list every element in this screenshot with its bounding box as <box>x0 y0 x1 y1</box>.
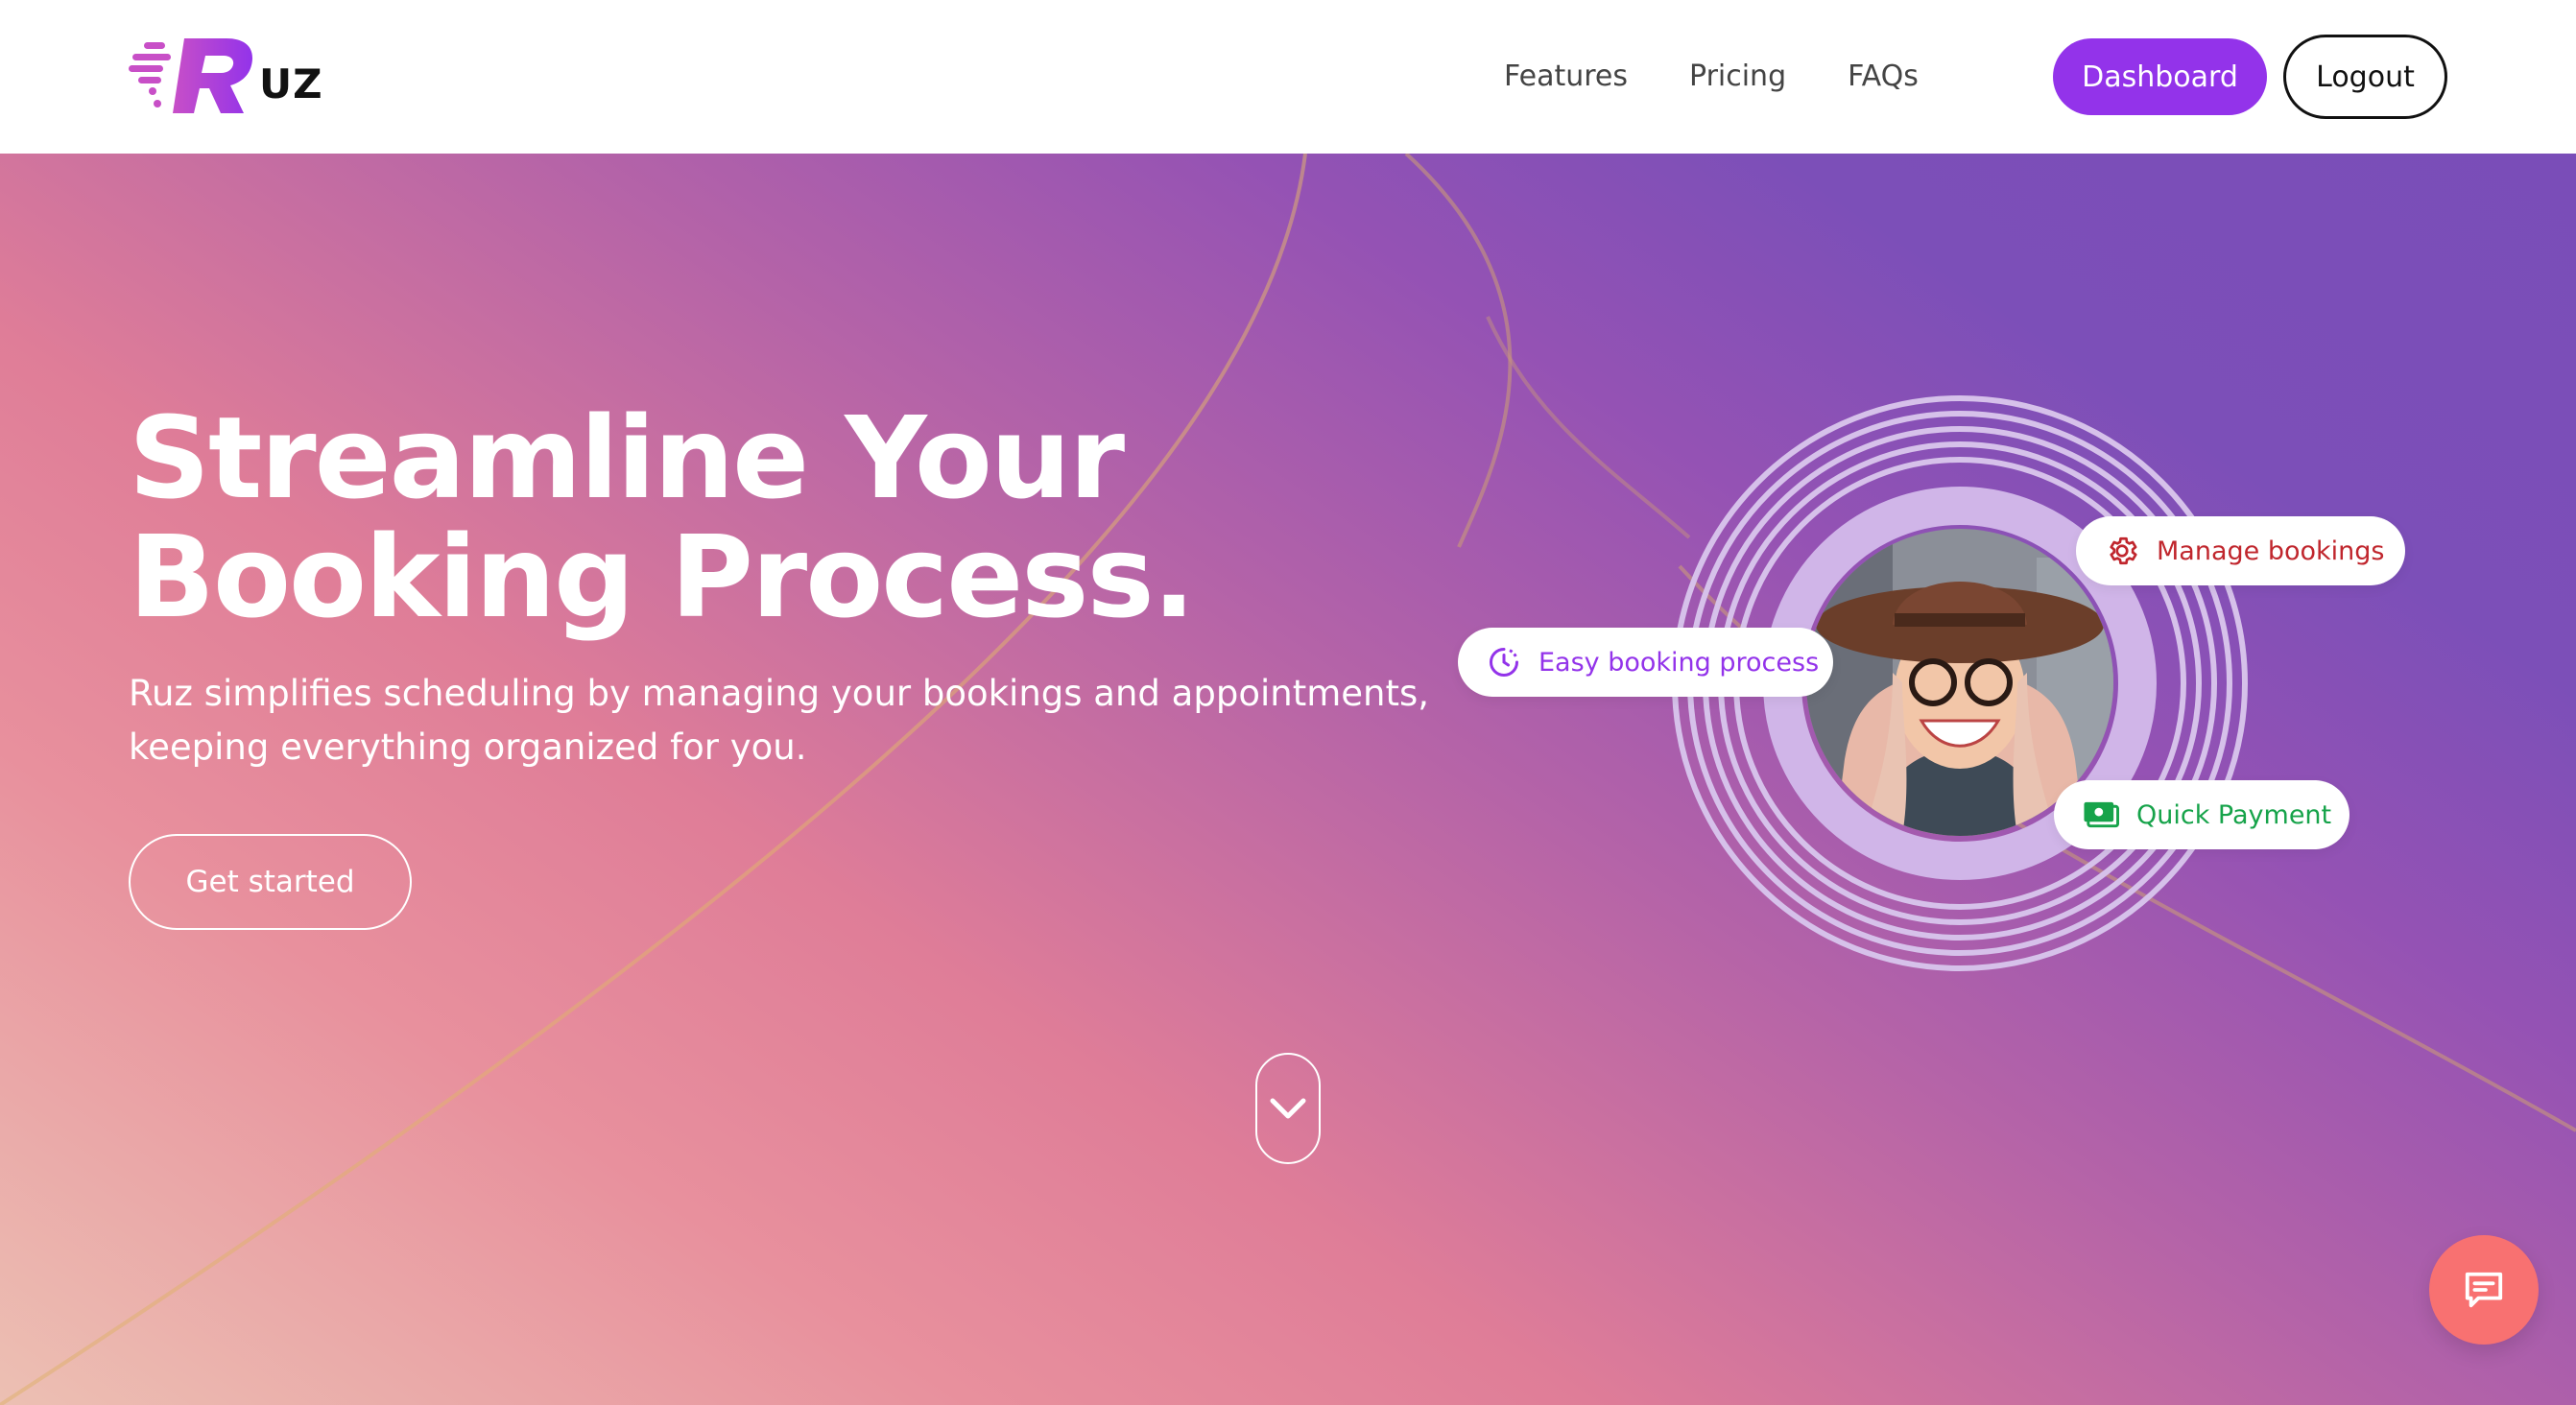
hero-title: Streamline Your Booking Process. <box>129 392 1196 643</box>
quick-payment-chip: Quick Payment <box>2054 780 2349 849</box>
navbar: UZ Features Pricing FAQs Dashboard Logou… <box>0 0 2576 154</box>
nav-link-faqs[interactable]: FAQs <box>1848 50 1919 104</box>
gear-icon <box>2105 532 2139 570</box>
hero-section: Streamline Your Booking Process. Ruz sim… <box>0 154 2576 1405</box>
dashboard-button[interactable]: Dashboard <box>2053 38 2267 115</box>
clock-icon <box>1487 643 1521 681</box>
money-icon <box>2083 796 2119 834</box>
logout-button[interactable]: Logout <box>2283 35 2447 119</box>
easy-booking-label: Easy booking process <box>1538 647 1820 678</box>
ruz-logo-icon <box>129 38 252 113</box>
quick-payment-label: Quick Payment <box>2136 799 2332 830</box>
nav-links: Features Pricing FAQs <box>1504 50 1980 104</box>
manage-bookings-chip: Manage bookings <box>2076 516 2405 585</box>
chevron-down-icon <box>1270 1098 1306 1119</box>
hero-subtitle: Ruz simplifies scheduling by managing yo… <box>129 673 1429 768</box>
nav-link-features[interactable]: Features <box>1504 50 1628 104</box>
easy-booking-chip: Easy booking process <box>1458 628 1833 697</box>
logo[interactable]: UZ <box>129 36 323 117</box>
get-started-button[interactable]: Get started <box>129 834 412 930</box>
scroll-down-button[interactable] <box>1255 1053 1321 1164</box>
chat-icon <box>2465 1272 2503 1308</box>
chat-button[interactable] <box>2429 1235 2539 1345</box>
logo-text: UZ <box>259 60 323 107</box>
manage-bookings-label: Manage bookings <box>2157 536 2385 566</box>
nav-link-pricing[interactable]: Pricing <box>1689 50 1786 104</box>
